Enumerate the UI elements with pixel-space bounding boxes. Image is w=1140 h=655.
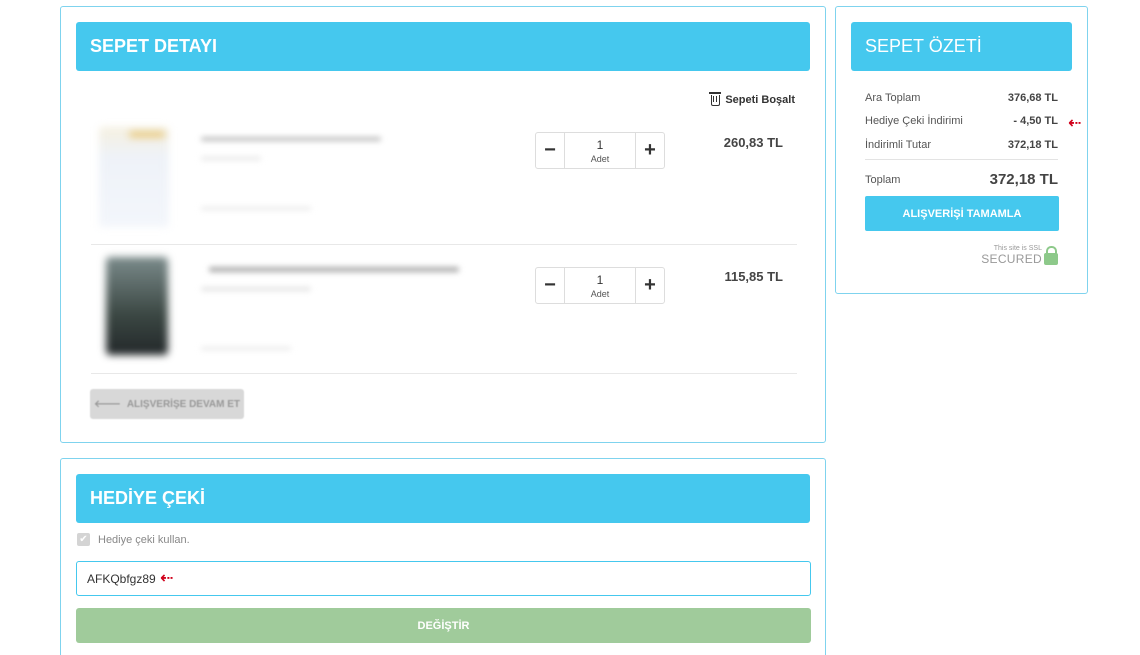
discounted-row: İndirimli Tutar 372,18 TL: [865, 139, 1058, 151]
discounted-value: 372,18 TL: [1007, 139, 1058, 151]
continue-shopping-button[interactable]: 🡐 ALIŞVERİŞE DEVAM ET: [90, 389, 244, 419]
item-divider: [91, 244, 797, 245]
quantity-unit: Adet: [590, 153, 610, 164]
product-detail-blurred: [201, 347, 291, 350]
lock-icon: [1044, 246, 1058, 265]
gift-voucher-panel: HEDİYE ÇEKİ ✔ Hediye çeki kullan. DEĞİŞT…: [60, 458, 826, 655]
product-detail-blurred: [201, 207, 311, 210]
product-image-detail: [129, 132, 165, 137]
plus-button[interactable]: +: [636, 133, 664, 168]
change-button[interactable]: DEĞİŞTİR: [76, 608, 811, 643]
use-gift-voucher-option[interactable]: ✔ Hediye çeki kullan.: [77, 533, 190, 546]
subtotal-label: Ara Toplam: [865, 92, 921, 104]
discounted-label: İndirimli Tutar: [865, 139, 932, 151]
discount-row: Hediye Çeki İndirimi - 4,50 TL: [865, 115, 1058, 127]
product-name-blurred: [209, 267, 459, 272]
cart-item: − 1 Adet + 115,85 TL: [91, 247, 797, 372]
item-divider: [91, 373, 797, 374]
continue-shopping-label: ALIŞVERİŞE DEVAM ET: [126, 398, 240, 410]
cart-header: SEPET DETAYI: [76, 22, 810, 71]
item-price: 260,83 TL: [723, 135, 783, 150]
checkout-button[interactable]: ALIŞVERİŞİ TAMAMLA: [865, 196, 1059, 231]
item-price: 115,85 TL: [724, 269, 783, 284]
product-name-blurred: [201, 137, 381, 141]
product-image: [106, 257, 168, 355]
trash-icon: [709, 92, 722, 106]
minus-button[interactable]: −: [536, 133, 564, 168]
quantity-stepper: − 1 Adet +: [535, 132, 665, 169]
gift-header: HEDİYE ÇEKİ: [76, 474, 810, 523]
empty-cart-label: Sepeti Boşalt: [725, 93, 795, 106]
product-detail-blurred: [201, 157, 261, 160]
use-gift-checkbox[interactable]: ✔: [77, 533, 90, 546]
plus-button[interactable]: +: [636, 268, 664, 303]
discount-label: Hediye Çeki İndirimi: [865, 115, 963, 127]
ssl-big-text: SECURED: [981, 252, 1042, 266]
annotation-arrow-icon: ⇠: [160, 570, 173, 587]
total-value: 372,18 TL: [989, 171, 1058, 188]
quantity-unit: Adet: [590, 288, 610, 299]
quantity-value: 1: [596, 137, 604, 152]
empty-cart-button[interactable]: Sepeti Boşalt: [709, 92, 795, 106]
product-detail-blurred: [201, 287, 311, 291]
subtotal-value: 376,68 TL: [1007, 92, 1058, 104]
summary-divider: [865, 159, 1058, 160]
quantity-display[interactable]: 1 Adet: [564, 268, 636, 303]
annotation-arrow-icon: ⇠: [1068, 115, 1081, 132]
total-label: Toplam: [865, 173, 901, 186]
discount-value: - 4,50 TL: [1013, 115, 1058, 127]
cart-panel: SEPET DETAYI Sepeti Boşalt − 1 Adet + 26…: [60, 6, 826, 443]
ssl-small-text: This site is SSL: [993, 245, 1042, 252]
cart-item: − 1 Adet + 260,83 TL: [91, 117, 797, 237]
use-gift-label: Hediye çeki kullan.: [98, 533, 190, 546]
arrow-left-icon: 🡐: [94, 399, 121, 410]
summary-header: SEPET ÖZETİ: [851, 22, 1072, 71]
subtotal-row: Ara Toplam 376,68 TL: [865, 92, 1058, 104]
quantity-display[interactable]: 1 Adet: [564, 133, 636, 168]
gift-code-input[interactable]: [76, 561, 811, 596]
cart-summary-panel: SEPET ÖZETİ Ara Toplam 376,68 TL Hediye …: [835, 6, 1088, 294]
ssl-badge: This site is SSL SECURED: [981, 245, 1058, 266]
product-image: [99, 127, 169, 227]
minus-button[interactable]: −: [536, 268, 564, 303]
quantity-stepper: − 1 Adet +: [535, 267, 665, 304]
quantity-value: 1: [596, 272, 604, 287]
total-row: Toplam 372,18 TL: [865, 171, 1058, 188]
